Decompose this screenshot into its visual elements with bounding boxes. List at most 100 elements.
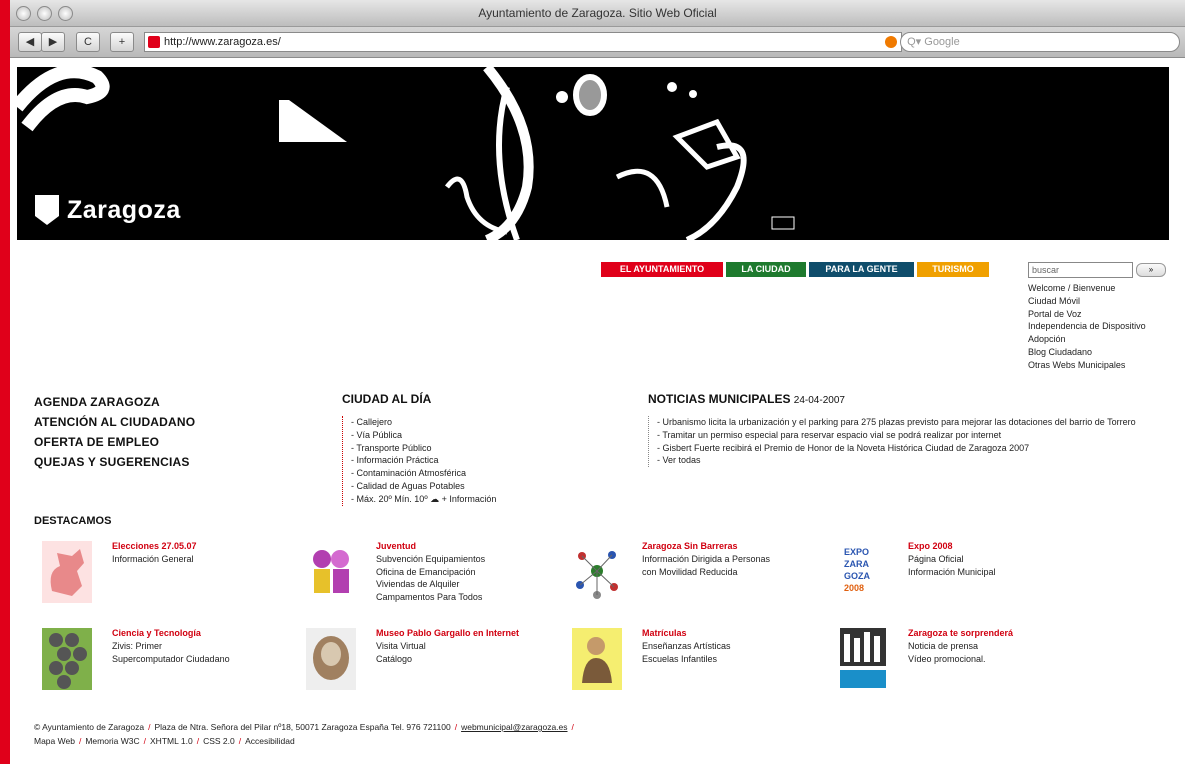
hexagon-icon[interactable]	[42, 628, 92, 690]
side-link[interactable]: Independencia de Dispositivo	[1028, 320, 1146, 333]
nav-para-la-gente[interactable]: PARA LA GENTE	[809, 262, 914, 277]
noticias-list: Urbanismo licita la urbanización y el pa…	[648, 416, 1148, 468]
card-title[interactable]: Zaragoza Sin Barreras	[642, 541, 738, 551]
footer-separator: /	[454, 722, 458, 732]
ciudad-link[interactable]: Contaminación Atmosférica	[351, 467, 496, 480]
footer-link[interactable]: XHTML 1.0	[150, 736, 193, 746]
browser-search-field[interactable]: Q▾ Google	[900, 32, 1180, 52]
side-link[interactable]: Portal de Voz	[1028, 308, 1146, 321]
footer-separator: /	[571, 722, 574, 732]
footer-separator: /	[78, 736, 82, 746]
card-title[interactable]: Museo Pablo Gargallo en Internet	[376, 628, 519, 638]
card-link[interactable]: con Movilidad Reducida	[642, 566, 770, 579]
card-title[interactable]: Elecciones 27.05.07	[112, 541, 197, 551]
footer-link[interactable]: CSS 2.0	[203, 736, 235, 746]
card-links: Información Dirigida a Personas con Movi…	[642, 553, 770, 578]
ciudad-list: Callejero Vía Pública Transporte Público…	[342, 416, 496, 506]
footer-separator: /	[143, 736, 147, 746]
card-link[interactable]: Enseñanzas Artísticas	[642, 640, 731, 653]
featured-card: Museo Pablo Gargallo en Internet Visita …	[306, 628, 566, 698]
ciudad-link[interactable]: Calidad de Aguas Potables	[351, 480, 496, 493]
footer-copyright: © Ayuntamiento de Zaragoza	[34, 722, 145, 732]
youth-icon[interactable]	[306, 541, 356, 603]
expo-icon[interactable]: EXPO ZARA GOZA 2008	[838, 541, 888, 603]
side-link[interactable]: Blog Ciudadano	[1028, 346, 1146, 359]
back-button[interactable]: ◀	[18, 32, 42, 52]
destacamos-heading: DESTACAMOS	[34, 515, 112, 527]
ciudad-link[interactable]: Transporte Público	[351, 442, 496, 455]
footer-link[interactable]: Memoria W3C	[85, 736, 139, 746]
lion-shield-icon	[35, 195, 59, 225]
logo-text: Zaragoza	[67, 195, 181, 224]
card-link[interactable]: Página Oficial	[908, 553, 996, 566]
menu-agenda[interactable]: AGENDA ZARAGOZA	[34, 392, 195, 412]
noticia-link[interactable]: Tramitar un permiso especial para reserv…	[657, 429, 1148, 442]
student-icon[interactable]	[572, 628, 622, 690]
featured-card: EXPO ZARA GOZA 2008 Expo 2008 Página Oficia…	[838, 541, 1098, 611]
card-link[interactable]: Supercomputador Ciudadano	[112, 653, 230, 666]
noticia-link[interactable]: Gisbert Fuerte recibirá el Premio de Hon…	[657, 442, 1148, 455]
card-link[interactable]: Información Municipal	[908, 566, 996, 579]
card-title[interactable]: Ciencia y Tecnología	[112, 628, 201, 638]
card-title[interactable]: Zaragoza te sorprenderá	[908, 628, 1013, 638]
card-link[interactable]: Campamentos Para Todos	[376, 591, 485, 604]
featured-card: Elecciones 27.05.07 Información General	[42, 541, 302, 611]
page-footer: © Ayuntamiento de Zaragoza / Plaza de Ntra…	[34, 720, 578, 748]
menu-atencion[interactable]: ATENCIÓN AL CIUDADANO	[34, 412, 195, 432]
card-link[interactable]: Noticia de prensa	[908, 640, 986, 653]
card-title[interactable]: Expo 2008	[908, 541, 953, 551]
url-field[interactable]: http://www.zaragoza.es/	[144, 32, 902, 52]
card-link[interactable]: Información General	[112, 553, 194, 566]
weather-link[interactable]: Máx. 20º Mín. 10º ☁ + Información	[351, 493, 497, 506]
card-link[interactable]: Oficina de Emancipación	[376, 566, 485, 579]
footer-email-link[interactable]: webmunicipal@zaragoza.es	[461, 722, 567, 732]
side-link[interactable]: Adopción	[1028, 333, 1146, 346]
card-link[interactable]: Visita Virtual	[376, 640, 426, 653]
side-link[interactable]: Welcome / Bienvenue	[1028, 282, 1146, 295]
card-title[interactable]: Matrículas	[642, 628, 687, 638]
side-link[interactable]: Otras Webs Municipales	[1028, 359, 1146, 372]
lion-icon[interactable]	[42, 541, 92, 603]
red-edge	[0, 0, 10, 764]
ciudad-link[interactable]: Callejero	[351, 416, 496, 429]
site-search-input[interactable]: buscar	[1028, 262, 1133, 278]
forward-button[interactable]: ▶	[41, 32, 65, 52]
sculpture-icon[interactable]	[306, 628, 356, 690]
city-icon[interactable]	[838, 628, 888, 690]
card-links: Zivis: Primer Supercomputador Ciudadano	[112, 640, 230, 665]
card-link[interactable]: Subvención Equipamientos	[376, 553, 485, 566]
menu-quejas[interactable]: QUEJAS Y SUGERENCIAS	[34, 452, 195, 472]
site-favicon-icon	[148, 36, 160, 48]
card-link[interactable]: Catálogo	[376, 653, 426, 666]
nav-la-ciudad[interactable]: LA CIUDAD	[726, 262, 806, 277]
network-icon[interactable]	[572, 541, 622, 603]
side-link[interactable]: Ciudad Móvil	[1028, 295, 1146, 308]
reload-button[interactable]: C	[76, 32, 100, 52]
card-link[interactable]: Viviendas de Alquiler	[376, 578, 485, 591]
url-text: http://www.zaragoza.es/	[164, 36, 281, 48]
zaragoza-logo[interactable]: Zaragoza	[35, 195, 181, 225]
footer-link[interactable]: Accesibilidad	[245, 736, 295, 746]
nav-ayuntamiento[interactable]: EL AYUNTAMIENTO	[601, 262, 723, 277]
footer-link[interactable]: Mapa Web	[34, 736, 75, 746]
card-links: Enseñanzas Artísticas Escuelas Infantile…	[642, 640, 731, 665]
noticia-link[interactable]: Urbanismo licita la urbanización y el pa…	[657, 416, 1148, 429]
ver-todas-link[interactable]: Ver todas	[657, 454, 1148, 467]
rss-icon[interactable]	[885, 36, 897, 48]
svg-text:ZARA: ZARA	[844, 559, 869, 569]
noticias-date: 24-04-2007	[793, 395, 845, 406]
card-link[interactable]: Escuelas Infantiles	[642, 653, 731, 666]
nav-turismo[interactable]: TURISMO	[917, 262, 989, 277]
add-bookmark-button[interactable]: +	[110, 32, 134, 52]
card-link[interactable]: Vídeo promocional.	[908, 653, 986, 666]
ciudad-link[interactable]: Vía Pública	[351, 429, 496, 442]
left-menu: AGENDA ZARAGOZA ATENCIÓN AL CIUDADANO OF…	[34, 392, 195, 472]
header-banner: Zaragoza	[17, 67, 1169, 240]
site-search-button[interactable]: »	[1136, 263, 1166, 277]
card-title[interactable]: Juventud	[376, 541, 416, 551]
ciudad-link[interactable]: Información Práctica	[351, 454, 496, 467]
menu-empleo[interactable]: OFERTA DE EMPLEO	[34, 432, 195, 452]
card-link[interactable]: Información Dirigida a Personas	[642, 553, 770, 566]
noticias-heading: NOTICIAS MUNICIPALES 24-04-2007	[648, 392, 1148, 406]
card-link[interactable]: Zivis: Primer	[112, 640, 230, 653]
